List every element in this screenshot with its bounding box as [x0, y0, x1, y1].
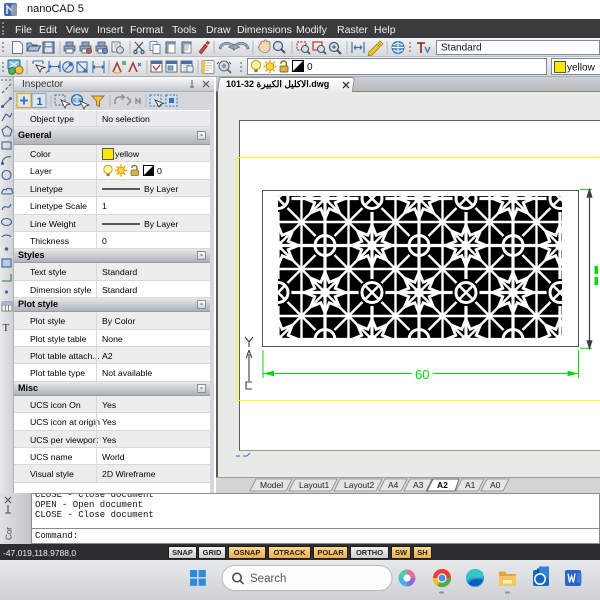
- svg-text:T: T: [3, 322, 10, 334]
- svg-text:A0: A0: [490, 480, 501, 490]
- svg-text:A1: A1: [465, 480, 476, 490]
- svg-text:0: 0: [307, 62, 313, 73]
- svg-text:A2: A2: [437, 480, 448, 490]
- svg-text:Search: Search: [250, 573, 286, 585]
- svg-text:A3: A3: [413, 480, 424, 490]
- svg-text:A4: A4: [388, 480, 399, 490]
- svg-text:Layout2: Layout2: [344, 480, 375, 490]
- svg-text:yellow: yellow: [567, 63, 596, 74]
- svg-text:60: 60: [415, 367, 429, 382]
- svg-text:1: 1: [37, 96, 43, 108]
- svg-text:Cor: Cor: [5, 527, 14, 540]
- svg-text:Layout1: Layout1: [299, 480, 330, 490]
- svg-text:Standard: Standard: [441, 43, 482, 54]
- svg-text:Model: Model: [260, 480, 283, 490]
